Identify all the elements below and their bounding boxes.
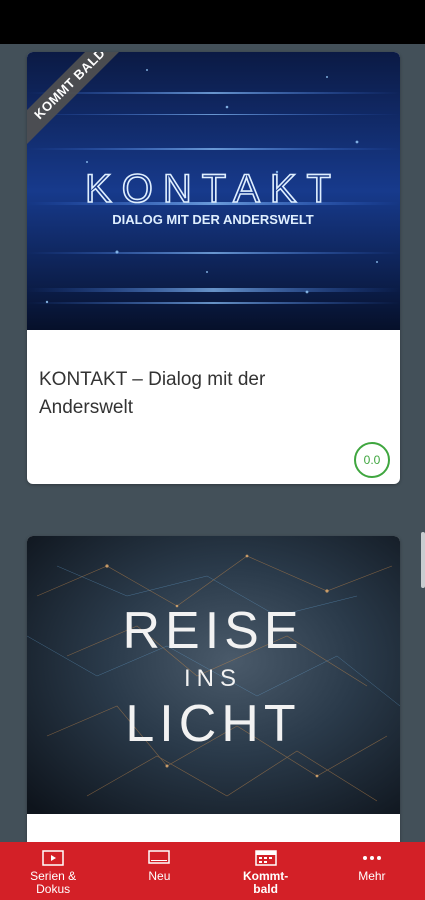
nav-label: Neu xyxy=(148,869,171,883)
rating-badge: 0.0 xyxy=(354,442,390,478)
kontakt-artwork: KONTAKT DIALOG MIT DER ANDERSWELT xyxy=(27,52,400,330)
more-dots-icon xyxy=(361,848,383,868)
artwork-line-2: INS xyxy=(184,665,242,692)
nav-label: Serien & Dokus xyxy=(30,869,77,896)
content-feed[interactable]: KONTAKT DIALOG MIT DER ANDERSWELT KOMMT … xyxy=(0,44,425,842)
status-bar xyxy=(0,0,425,44)
reise-ins-licht-artwork: REISE INS LICHT xyxy=(27,536,400,814)
artwork-title: KONTAKT xyxy=(85,167,341,211)
play-icon xyxy=(42,848,64,868)
calendar-icon xyxy=(254,848,277,868)
nav-kommt-bald[interactable]: Kommt- bald xyxy=(213,842,319,900)
series-card-reise-ins-licht[interactable]: REISE INS LICHT xyxy=(27,536,400,842)
card-title[interactable]: KONTAKT – Dialog mit der Anderswelt xyxy=(39,366,339,422)
nav-label: Kommt- bald xyxy=(242,869,289,896)
nav-serien-dokus[interactable]: Serien & Dokus xyxy=(0,842,106,900)
nav-mehr[interactable]: Mehr xyxy=(319,842,425,900)
artwork-line-3: LICHT xyxy=(125,695,300,753)
series-card-kontakt[interactable]: KONTAKT DIALOG MIT DER ANDERSWELT KOMMT … xyxy=(27,52,400,484)
scroll-indicator[interactable] xyxy=(421,532,425,588)
tv-icon xyxy=(148,848,171,868)
card-thumbnail[interactable]: KONTAKT DIALOG MIT DER ANDERSWELT KOMMT … xyxy=(27,52,400,330)
card-thumbnail[interactable]: REISE INS LICHT xyxy=(27,536,400,814)
artwork-subtitle: DIALOG MIT DER ANDERSWELT xyxy=(112,212,314,227)
artwork-line-1: REISE xyxy=(122,602,303,660)
nav-neu[interactable]: Neu xyxy=(106,842,212,900)
bottom-navigation: Serien & Dokus Neu Kommt- bald Mehr xyxy=(0,842,425,900)
nav-label: Mehr xyxy=(358,869,386,883)
